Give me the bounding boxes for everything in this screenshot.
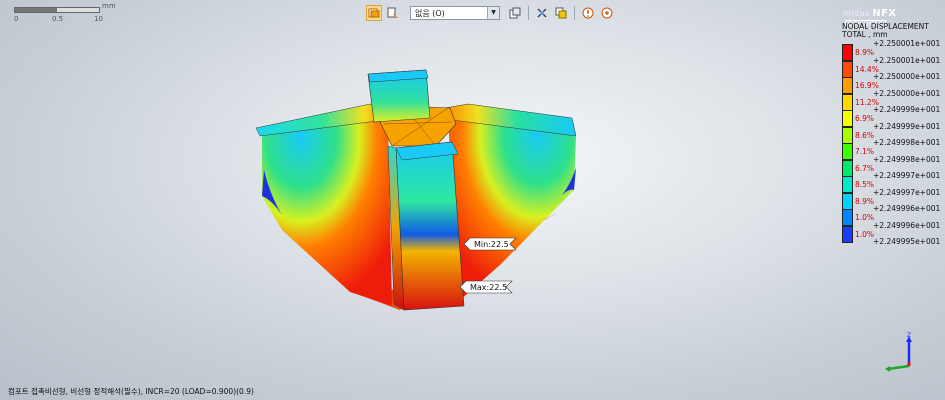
- legend-percent: 7.1%: [855, 147, 875, 156]
- legend-percent: 8.5%: [855, 180, 875, 189]
- legend-percent: 8.6%: [855, 130, 875, 140]
- legend-value: +2.249998e+001: [873, 154, 941, 164]
- status-text: 컴포트 접촉비선형, 비선형 정적해석(필수), INCR=20 (LOAD=0…: [8, 387, 254, 396]
- legend-value: +2.250001e+001: [873, 55, 941, 65]
- axis-triad: Z: [885, 332, 912, 372]
- legend-swatch: [842, 192, 853, 210]
- legend-percent: 6.7%: [855, 163, 875, 173]
- z-axis-label: Z: [907, 332, 911, 339]
- legend-swatch: [842, 60, 853, 78]
- legend-value: +2.249997e+001: [873, 187, 941, 197]
- legend-percent: 8.9%: [855, 48, 875, 57]
- brand-name: NFX: [872, 8, 897, 19]
- legend-percent: 14.4%: [855, 64, 879, 74]
- legend-percent: 6.9%: [855, 114, 875, 123]
- y-axis-arrow: [887, 364, 910, 371]
- brand-prefix: midas: [843, 9, 870, 18]
- front-column: [395, 141, 465, 311]
- model-viewport[interactable]: mm 0 0.5 10 없음 (O) ▼ Min:22.5 Max:22.5 m…: [0, 0, 945, 400]
- max-label: Max:22.5: [470, 283, 507, 292]
- legend-swatch: [842, 110, 853, 127]
- max-marker[interactable]: Max:22.5: [459, 280, 513, 294]
- legend-percent: 11.2%: [855, 97, 879, 107]
- brand-logo: midas NFX DESIGNER: [843, 8, 931, 29]
- legend-value: +2.249999e+001: [873, 121, 941, 131]
- legend-swatch: [842, 93, 853, 111]
- legend-value: +2.249997e+001: [873, 171, 941, 180]
- legend-swatch: [842, 209, 853, 226]
- legend-title-line2: TOTAL , mm: [842, 30, 888, 39]
- legend-value: +2.250001e+001: [873, 39, 941, 48]
- legend-value: +2.250000e+001: [873, 72, 941, 81]
- legend-swatch: [842, 176, 853, 193]
- right-slab-face: [448, 116, 576, 300]
- legend-percent: 16.9%: [855, 81, 879, 90]
- legend-swatch: [842, 44, 853, 61]
- legend-percent: 1.0%: [855, 229, 875, 239]
- legend-value: +2.249998e+001: [873, 138, 941, 147]
- legend-title: NODAL DISPLACEMENT TOTAL , mm: [842, 23, 929, 39]
- legend-value: +2.249996e+001: [873, 220, 941, 230]
- legend-percent: 8.9%: [855, 196, 875, 206]
- fem-contour-model[interactable]: Min:22.5 Max:22.5: [0, 0, 945, 400]
- min-marker[interactable]: Min:22.5: [463, 237, 517, 251]
- legend-swatch: [842, 77, 853, 94]
- legend-value: +2.249999e+001: [873, 105, 941, 114]
- left-slab-face: [262, 118, 392, 306]
- legend-value: +2.249996e+001: [873, 204, 941, 213]
- min-label: Min:22.5: [474, 240, 509, 249]
- legend-swatch: [842, 143, 853, 160]
- legend-swatch: [842, 126, 853, 144]
- legend-value: +2.250000e+001: [873, 88, 941, 98]
- legend-percent: 1.0%: [855, 213, 875, 222]
- legend-swatch: [842, 225, 853, 243]
- contour-legend[interactable]: +2.250001e+001 +2.250001e+001 +2.250000e+0…: [842, 39, 942, 246]
- legend-value: +2.249995e+001: [873, 237, 941, 246]
- legend-swatch: [842, 159, 853, 177]
